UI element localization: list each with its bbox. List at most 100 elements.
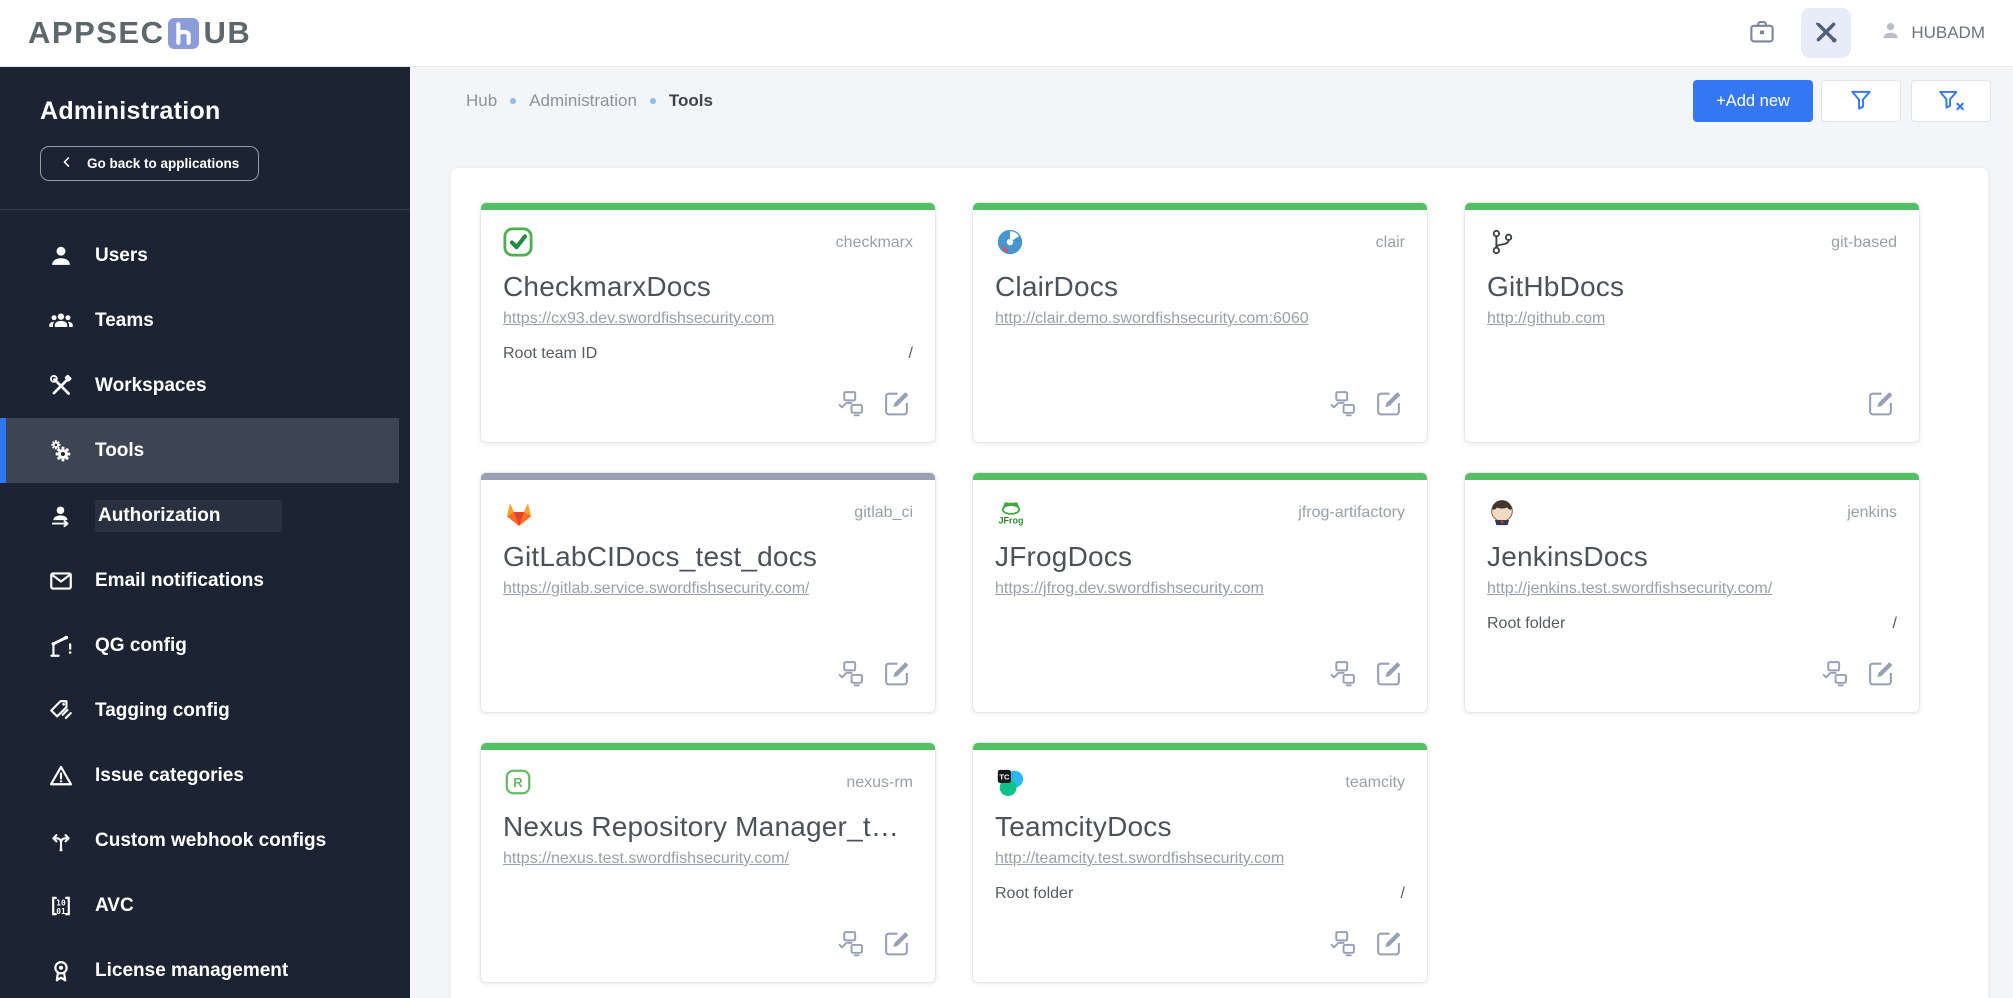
tool-card-clairdocs: clair ClairDocs http://clair.demo.swordfis…	[972, 202, 1428, 443]
tool-detail-row: Root team ID /	[503, 345, 913, 363]
checkmarx-logo-icon	[503, 227, 533, 257]
clear-filter-button[interactable]	[1911, 80, 1991, 122]
logo-text-pre: APPSEC	[28, 15, 165, 50]
sidebar-item-users[interactable]: Users	[0, 223, 410, 288]
card-status-bar	[1465, 203, 1919, 210]
tool-type-label: nexus-rm	[846, 774, 913, 791]
edit-icon[interactable]	[1866, 389, 1895, 418]
sidebar-item-workspaces[interactable]: Workspaces	[0, 353, 410, 418]
sidebar-item-label: Tagging config	[95, 699, 230, 721]
card-status-bar	[973, 473, 1427, 480]
sidebar-item-tools[interactable]: Tools	[0, 418, 399, 483]
administration-tools-button[interactable]	[1801, 8, 1852, 58]
sidebar-item-teams[interactable]: Teams	[0, 288, 410, 353]
tools-icon	[48, 438, 74, 464]
workspaces-icon	[48, 373, 74, 399]
tool-url-link[interactable]: https://gitlab.service.swordfishsecurity…	[503, 580, 809, 598]
edit-icon[interactable]	[882, 659, 911, 688]
card-actions	[1866, 389, 1895, 418]
tool-title: Nexus Repository Manager_test_…	[503, 811, 913, 842]
svg-text:TC: TC	[999, 772, 1010, 781]
edit-icon[interactable]	[1374, 929, 1403, 958]
health-check-icon[interactable]	[1328, 929, 1357, 958]
tool-url-link[interactable]: http://teamcity.test.swordfishsecurity.c…	[995, 850, 1284, 868]
edit-icon[interactable]	[1374, 389, 1403, 418]
sidebar-item-qg-config[interactable]: QG config	[0, 613, 410, 678]
email-icon	[48, 568, 74, 594]
users-icon	[48, 243, 74, 269]
user-name: HUBADM	[1911, 23, 1985, 42]
breadcrumb-separator-dot	[510, 98, 517, 104]
tool-url-link[interactable]: https://nexus.test.swordfishsecurity.com…	[503, 850, 789, 868]
tool-card-jfrogdocs: JFrog jfrog-artifactory JFrogDocs https://j…	[972, 472, 1428, 713]
tool-detail-value: /	[1400, 885, 1405, 902]
edit-icon[interactable]	[1866, 659, 1895, 688]
filter-button[interactable]	[1821, 80, 1901, 122]
tool-title: ClairDocs	[995, 271, 1119, 302]
avc-icon: 10 01	[48, 893, 74, 919]
edit-icon[interactable]	[882, 929, 911, 958]
tool-title: CheckmarxDocs	[503, 271, 711, 302]
sidebar-item-custom-webhook-configs[interactable]: Custom webhook configs	[0, 808, 410, 873]
edit-icon[interactable]	[1374, 659, 1403, 688]
app-logo: APPSEC UB	[28, 15, 251, 51]
sidebar-item-tagging-config[interactable]: Tagging config	[0, 678, 410, 743]
gitlab-logo-icon	[503, 497, 533, 527]
jenkins-logo-icon	[1487, 497, 1517, 527]
health-check-icon[interactable]	[1820, 659, 1849, 688]
filter-clear-icon	[1937, 87, 1966, 116]
tool-url-link[interactable]: http://clair.demo.swordfishsecurity.com:…	[995, 310, 1309, 328]
tool-card-jenkinsdocs: jenkins JenkinsDocs http://jenkins.test.sw…	[1464, 472, 1920, 713]
sidebar-item-label: Issue categories	[95, 764, 244, 786]
sidebar-item-label: Custom webhook configs	[95, 829, 327, 851]
health-check-icon[interactable]	[836, 929, 865, 958]
sidebar-item-label: Tools	[95, 439, 145, 461]
tool-type-label: clair	[1375, 234, 1405, 251]
sidebar-item-email-notifications[interactable]: Email notifications	[0, 548, 410, 613]
health-check-icon[interactable]	[836, 659, 865, 688]
breadcrumb-separator-dot	[649, 98, 656, 104]
health-check-icon[interactable]	[836, 389, 865, 418]
admin-tools-icon	[1812, 18, 1840, 49]
tool-detail-value: /	[908, 345, 913, 362]
clair-logo-icon	[995, 227, 1025, 257]
go-back-button[interactable]: Go back to applications	[40, 146, 260, 181]
license-icon	[48, 958, 74, 984]
health-check-icon[interactable]	[1328, 389, 1357, 418]
tool-detail-label: Root folder	[1487, 615, 1566, 632]
tool-url-link[interactable]: https://cx93.dev.swordfishsecurity.com	[503, 310, 775, 328]
logo-h-icon	[168, 17, 200, 49]
add-new-button[interactable]: +Add new	[1693, 80, 1813, 122]
jfrog-logo-icon: JFrog	[995, 497, 1025, 527]
breadcrumb-item-administration[interactable]: Administration	[529, 91, 637, 111]
teams-icon	[48, 308, 74, 334]
tool-card-checkmarxdocs: checkmarx CheckmarxDocs https://cx93.dev.s…	[480, 202, 936, 443]
sidebar-head: Administration Go back to applications	[0, 67, 410, 181]
go-back-label: Go back to applications	[87, 156, 240, 171]
health-check-icon[interactable]	[1328, 659, 1357, 688]
tool-type-label: git-based	[1831, 234, 1897, 251]
tool-detail-row: Root folder /	[995, 885, 1405, 903]
sidebar-item-authorization[interactable]: Authorization	[0, 483, 410, 548]
breadcrumb-item-hub[interactable]: Hub	[466, 91, 497, 111]
tool-url-link[interactable]: https://jfrog.dev.swordfishsecurity.com	[995, 580, 1264, 598]
tool-detail-row: Root folder /	[1487, 615, 1897, 633]
svg-text:JFrog: JFrog	[998, 516, 1023, 526]
edit-icon[interactable]	[882, 389, 911, 418]
teamcity-logo-icon: TC	[995, 767, 1025, 797]
tool-type-label: checkmarx	[835, 234, 913, 251]
user-menu[interactable]: HUBADM	[1879, 19, 1985, 47]
tool-detail-label: Root folder	[995, 885, 1074, 902]
tool-url-link[interactable]: http://github.com	[1487, 310, 1605, 328]
chevron-left-icon	[60, 155, 74, 172]
tool-url-link[interactable]: http://jenkins.test.swordfishsecurity.co…	[1487, 580, 1772, 598]
sidebar-item-license-management[interactable]: License management	[0, 938, 410, 998]
tool-card-nexus-repository-manager-test: Rnexus-rm Nexus Repository Manager_test_……	[480, 742, 936, 983]
applications-briefcase-button[interactable]	[1737, 8, 1787, 58]
sidebar-item-label: Email notifications	[95, 569, 264, 591]
logo-text-post: UB	[203, 15, 252, 50]
sidebar-title: Administration	[40, 97, 221, 125]
tool-type-label: jfrog-artifactory	[1298, 504, 1405, 521]
sidebar-item-issue-categories[interactable]: Issue categories	[0, 743, 410, 808]
sidebar-item-avc[interactable]: 10 01 AVC	[0, 873, 410, 938]
